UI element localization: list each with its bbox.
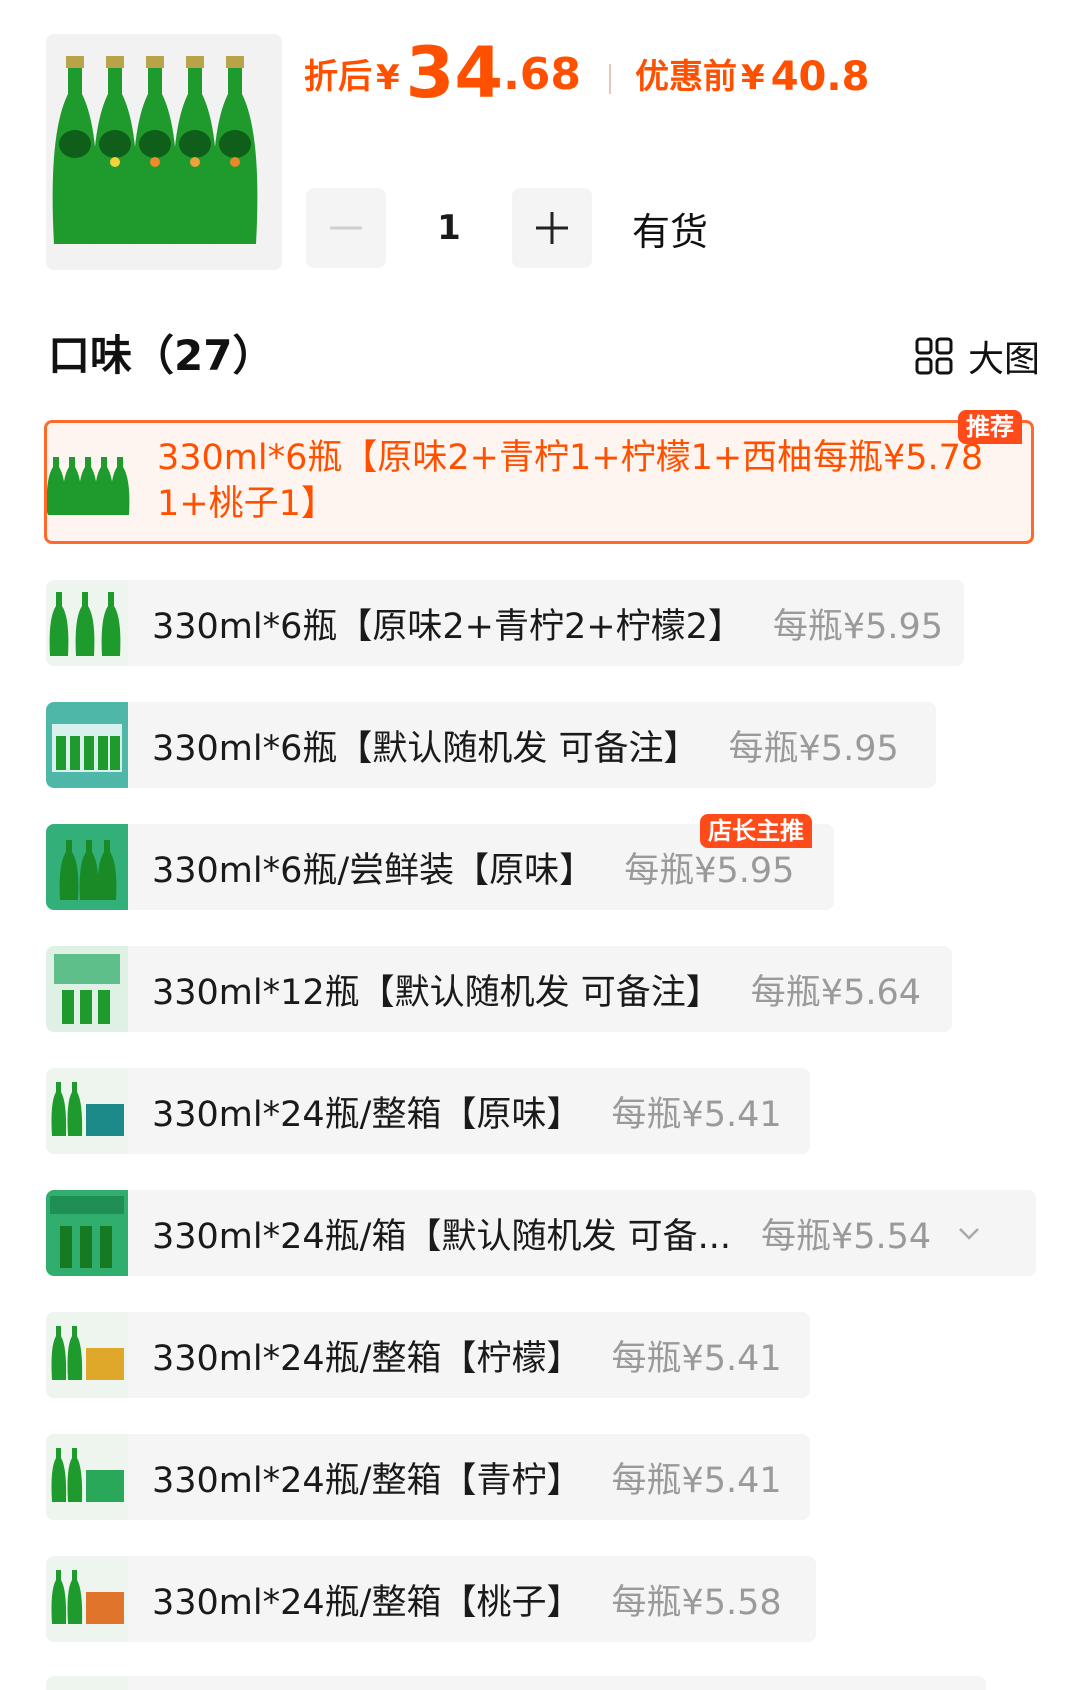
variant-option[interactable]: 330ml*24瓶/整箱【青柠】 每瓶¥5.41 — [46, 1434, 810, 1520]
price-row: 折后 ¥ 34 .68 优惠前 ¥ 40.8 — [304, 28, 869, 108]
quantity-stepper: 1 有货 — [306, 188, 708, 268]
perrier-bottles-image — [46, 34, 282, 270]
variant-option[interactable]: 330ml*24瓶/整箱【原味】 每瓶¥5.41 — [46, 1068, 810, 1154]
variant-thumbnail — [46, 1068, 128, 1154]
variant-thumbnail — [46, 1434, 128, 1520]
quantity-value[interactable]: 1 — [386, 208, 512, 248]
variant-thumbnail — [46, 702, 128, 788]
variant-unit-price: 每瓶¥5.54 — [760, 1216, 932, 1257]
flavor-section-title: 口味（27） — [48, 331, 275, 380]
variant-name: 330ml*6瓶【默认随机发 可备注】 — [152, 728, 699, 769]
variant-name: 330ml*6瓶/尝鲜装【原味】 — [152, 850, 595, 891]
variant-thumbnail — [46, 1556, 128, 1642]
product-image[interactable] — [46, 34, 282, 270]
variant-unit-price: 每瓶¥5.58 — [611, 1582, 782, 1623]
variant-name: 330ml*24瓶/箱【默认随机发 可备... — [152, 1216, 731, 1257]
variant-name: 330ml*24瓶/整箱【桃子】 — [152, 1582, 582, 1623]
price-divider — [609, 64, 612, 94]
variant-unit-price: 每瓶¥5.41 — [611, 1338, 782, 1379]
variant-unit-price: 每瓶¥5.95 — [624, 850, 795, 891]
variant-option[interactable]: 330ml*6瓶【默认随机发 可备注】 每瓶¥5.95 — [46, 702, 936, 788]
currency-symbol: ¥ — [376, 58, 400, 98]
recommended-badge: 推荐 — [958, 410, 1022, 444]
variant-unit-price: 每瓶¥5.95 — [772, 606, 944, 647]
store-recommended-badge: 店长主推 — [700, 814, 812, 848]
discount-price-label: 折后 — [304, 57, 372, 97]
large-image-view-toggle[interactable]: 大图 — [914, 330, 1040, 382]
variant-name: 330ml*6瓶【原味2+青柠1+柠檬1+西柚1+桃子1】 — [157, 438, 813, 524]
variant-name: 330ml*12瓶【默认随机发 可备注】 — [152, 972, 721, 1013]
variant-thumbnail — [46, 1676, 128, 1690]
variant-unit-price: 每瓶¥5.41 — [611, 1094, 782, 1135]
variant-thumbnail — [47, 449, 133, 519]
increase-button[interactable] — [512, 188, 592, 268]
variant-name: 330ml*24瓶/整箱【原味】 — [152, 1094, 582, 1135]
original-price: 40.8 — [770, 54, 870, 100]
variant-unit-price: 每瓶¥5.41 — [611, 1460, 782, 1501]
variant-option[interactable]: 330ml*24瓶/整箱【柠檬】 每瓶¥5.41 — [46, 1312, 810, 1398]
grid-icon — [915, 337, 953, 375]
price-decimal: .68 — [503, 49, 582, 100]
variant-option[interactable]: 330ml*12瓶【默认随机发 可备注】 每瓶¥5.64 — [46, 946, 952, 1032]
chevron-down-icon[interactable] — [955, 1219, 983, 1247]
decrease-button[interactable] — [306, 188, 386, 268]
variant-thumbnail — [46, 580, 128, 666]
original-currency-symbol: ¥ — [741, 58, 765, 98]
stock-status: 有货 — [632, 209, 709, 254]
large-image-label: 大图 — [967, 339, 1040, 380]
variant-unit-price: 每瓶¥5.78 — [813, 438, 984, 478]
variant-option[interactable]: 330ml*6瓶【原味2+青柠1+柠檬1+西柚1+桃子1】 每瓶¥5.78 — [44, 420, 1034, 544]
original-price-label: 优惠前 — [635, 57, 738, 97]
variant-unit-price: 每瓶¥5.95 — [728, 728, 899, 769]
variant-option[interactable]: 330ml*24瓶/整箱【桃子】 每瓶¥5.58 — [46, 1556, 816, 1642]
variant-name: 330ml*6瓶【原味2+青柠2+柠檬2】 — [152, 606, 743, 647]
variant-option[interactable] — [46, 1676, 986, 1690]
variant-thumbnail — [46, 946, 128, 1032]
variant-option[interactable]: 330ml*24瓶/箱【默认随机发 可备... 每瓶¥5.54 — [46, 1190, 1036, 1276]
variant-name: 330ml*24瓶/整箱【柠檬】 — [152, 1338, 582, 1379]
variant-thumbnail — [46, 1190, 128, 1276]
variant-unit-price: 每瓶¥5.64 — [750, 972, 921, 1013]
variant-thumbnail — [46, 1312, 128, 1398]
price-integer: 34 — [405, 32, 504, 114]
minus-icon — [330, 226, 362, 230]
plus-icon — [536, 212, 568, 244]
variant-thumbnail — [46, 824, 128, 910]
variant-option[interactable]: 330ml*6瓶【原味2+青柠2+柠檬2】 每瓶¥5.95 — [46, 580, 964, 666]
variant-name: 330ml*24瓶/整箱【青柠】 — [152, 1460, 582, 1501]
